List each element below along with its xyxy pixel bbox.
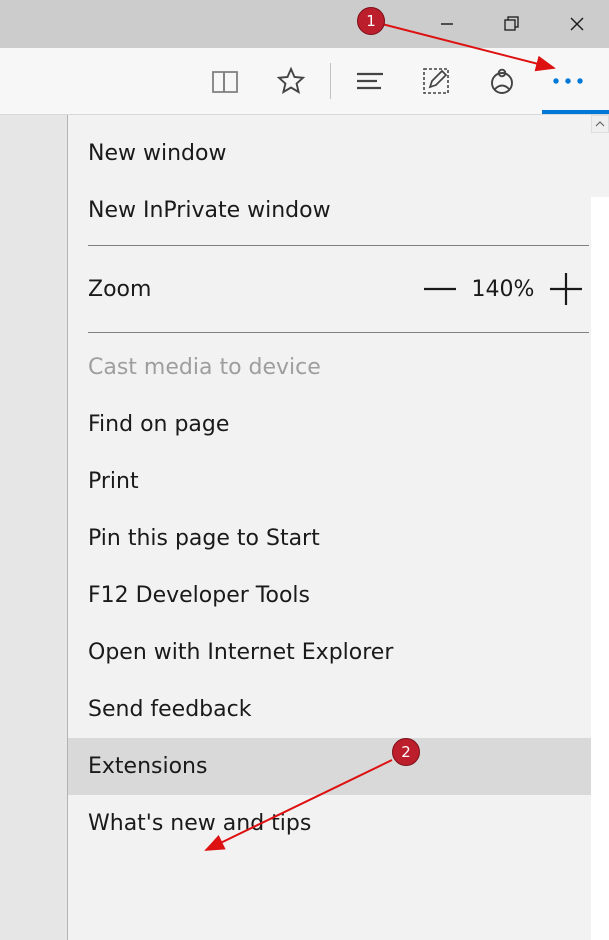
menu-pin-to-start[interactable]: Pin this page to Start	[68, 510, 609, 567]
zoom-out-button[interactable]	[417, 266, 463, 312]
scroll-up-button[interactable]	[591, 115, 609, 133]
annotation-badge-1: 1	[357, 7, 385, 35]
toolbar-separator	[330, 63, 331, 99]
minimize-button[interactable]	[414, 0, 479, 48]
menu-whats-new[interactable]: What's new and tips	[68, 795, 609, 852]
zoom-value: 140%	[463, 277, 543, 302]
menu-list: New window New InPrivate window Zoom 140…	[68, 115, 609, 852]
reading-view-icon[interactable]	[192, 48, 258, 115]
menu-new-inprivate[interactable]: New InPrivate window	[68, 182, 609, 239]
browser-toolbar	[0, 48, 609, 115]
menu-separator	[88, 332, 589, 333]
zoom-label: Zoom	[88, 277, 151, 302]
window-titlebar	[0, 0, 609, 48]
menu-extensions[interactable]: Extensions	[68, 738, 609, 795]
menu-cast-media: Cast media to device	[68, 339, 609, 396]
active-tab-underline	[542, 110, 609, 114]
more-button[interactable]	[535, 48, 601, 115]
menu-find-on-page[interactable]: Find on page	[68, 396, 609, 453]
menu-print[interactable]: Print	[68, 453, 609, 510]
more-menu-panel: New window New InPrivate window Zoom 140…	[67, 115, 609, 940]
menu-separator	[88, 245, 589, 246]
share-icon[interactable]	[469, 48, 535, 115]
zoom-in-button[interactable]	[543, 266, 589, 312]
web-note-icon[interactable]	[403, 48, 469, 115]
menu-send-feedback[interactable]: Send feedback	[68, 681, 609, 738]
menu-zoom-row: Zoom 140%	[68, 252, 609, 326]
menu-new-window[interactable]: New window	[68, 125, 609, 182]
maximize-button[interactable]	[479, 0, 544, 48]
hub-icon[interactable]	[337, 48, 403, 115]
menu-dev-tools[interactable]: F12 Developer Tools	[68, 567, 609, 624]
annotation-badge-2: 2	[392, 738, 420, 766]
favorites-star-icon[interactable]	[258, 48, 324, 115]
menu-open-ie[interactable]: Open with Internet Explorer	[68, 624, 609, 681]
scrollbar-track[interactable]	[591, 197, 609, 940]
close-button[interactable]	[544, 0, 609, 48]
